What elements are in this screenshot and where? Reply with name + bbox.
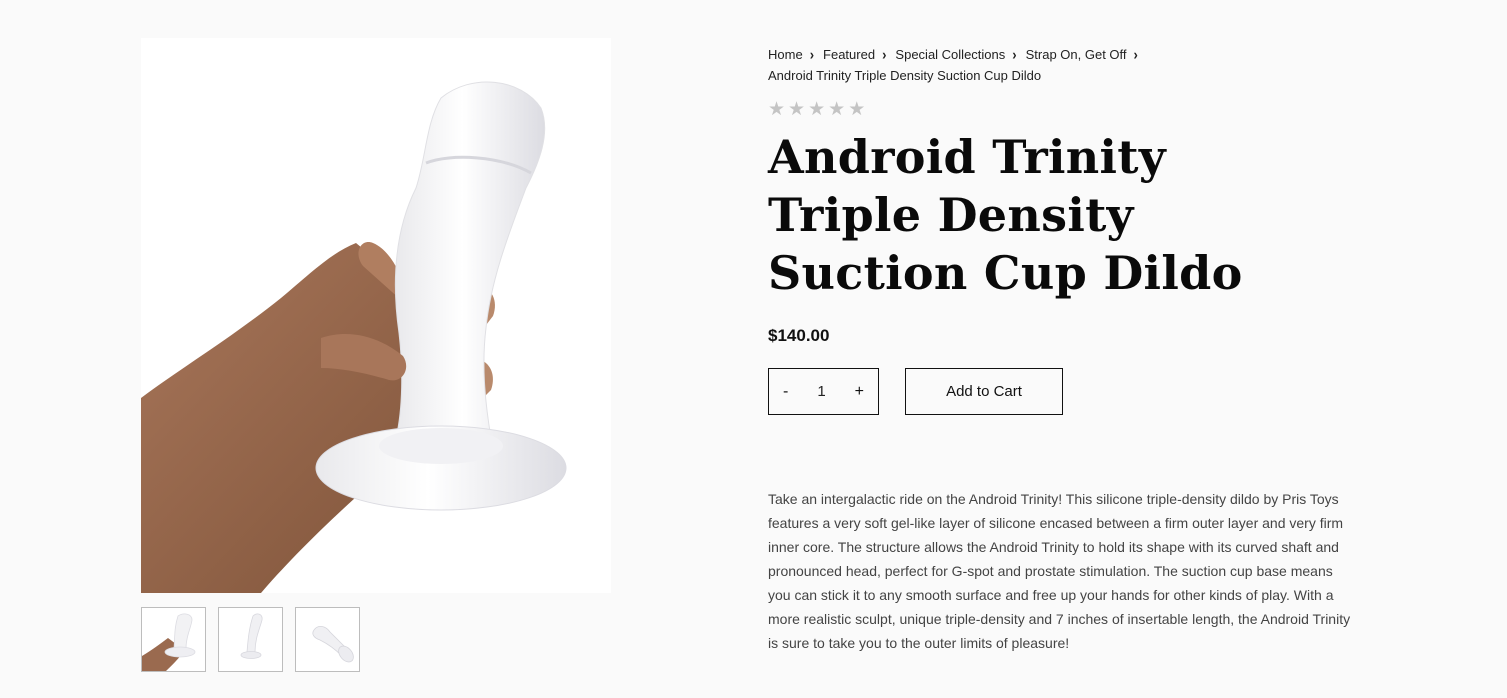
star-icon: ★ bbox=[768, 99, 786, 120]
thumbnail-3[interactable] bbox=[295, 607, 360, 672]
breadcrumb-strap-on-get-off[interactable]: Strap On, Get Off bbox=[1026, 47, 1127, 62]
chevron-right-icon: › bbox=[1133, 46, 1138, 63]
product-page: Home › Featured › Special Collections › Strap … bbox=[0, 0, 1507, 698]
thumbnail-2[interactable] bbox=[218, 607, 283, 672]
chevron-right-icon: › bbox=[809, 46, 815, 63]
rating-stars[interactable]: ★ ★ ★ ★ ★ bbox=[768, 100, 1368, 120]
star-icon: ★ bbox=[788, 99, 806, 120]
thumbnail-lying-image bbox=[296, 608, 359, 671]
star-icon: ★ bbox=[848, 99, 866, 120]
star-icon: ★ bbox=[828, 99, 846, 120]
main-product-image[interactable] bbox=[141, 38, 611, 593]
product-photo bbox=[141, 38, 611, 593]
quantity-stepper: - + bbox=[768, 368, 879, 415]
thumbnail-standing-image bbox=[219, 608, 282, 671]
chevron-right-icon: › bbox=[1012, 46, 1017, 63]
thumbnail-1[interactable] bbox=[141, 607, 206, 672]
add-to-cart-button[interactable]: Add to Cart bbox=[905, 368, 1063, 415]
product-description: Take an intergalactic ride on the Androi… bbox=[768, 491, 1351, 651]
product-price: $140.00 bbox=[768, 326, 830, 345]
thumbnail-hand-image bbox=[142, 608, 205, 671]
breadcrumb-current: Android Trinity Triple Density Suction C… bbox=[768, 68, 1042, 83]
purchase-controls: - + Add to Cart bbox=[768, 368, 1368, 415]
breadcrumb-featured[interactable]: Featured bbox=[823, 47, 875, 62]
product-title: Android Trinity Triple Density Suction C… bbox=[768, 130, 1243, 300]
breadcrumb: Home › Featured › Special Collections › Strap … bbox=[768, 44, 1188, 86]
star-icon: ★ bbox=[808, 99, 826, 120]
decrement-button[interactable]: - bbox=[779, 383, 792, 401]
chevron-right-icon: › bbox=[882, 46, 887, 63]
quantity-input[interactable] bbox=[804, 382, 839, 401]
thumbnail-strip bbox=[141, 607, 360, 672]
breadcrumb-special-collections[interactable]: Special Collections bbox=[895, 47, 1005, 62]
increment-button[interactable]: + bbox=[851, 383, 868, 401]
breadcrumb-home[interactable]: Home bbox=[768, 47, 803, 62]
product-info: Home › Featured › Special Collections › Strap … bbox=[768, 44, 1368, 669]
